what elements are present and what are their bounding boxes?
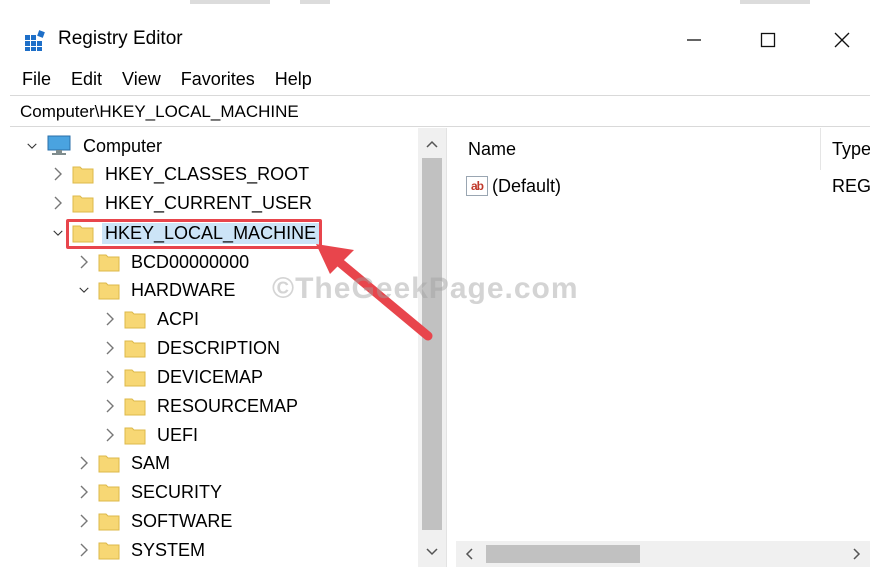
tree-label: HKEY_CLASSES_ROOT [105, 163, 310, 184]
minimize-button[interactable] [670, 20, 718, 60]
folder-icon [124, 395, 146, 417]
tree-item-hkey-current-user[interactable]: HKEY_CURRENT_USER [50, 189, 315, 217]
tree-item-security[interactable]: SECURITY [76, 478, 225, 506]
tree-label: SECURITY [131, 481, 223, 502]
folder-icon [98, 510, 120, 532]
background-window-fragment [740, 0, 810, 4]
tree-label: ACPI [157, 308, 200, 329]
chevron-right-icon[interactable] [102, 398, 118, 414]
folder-icon [72, 163, 94, 185]
tree-item-software[interactable]: SOFTWARE [76, 507, 235, 535]
computer-icon [47, 135, 71, 155]
title-bar: Registry Editor [10, 14, 870, 64]
window-title: Registry Editor [58, 28, 183, 49]
menu-help[interactable]: Help [275, 69, 312, 90]
values-horizontal-scrollbar[interactable] [456, 541, 870, 567]
chevron-right-icon[interactable] [102, 340, 118, 356]
folder-icon [72, 192, 94, 214]
maximize-icon [760, 32, 776, 48]
chevron-down-icon[interactable] [24, 138, 40, 154]
chevron-right-icon[interactable] [76, 455, 92, 471]
value-row-default[interactable]: ab (Default) [466, 172, 561, 200]
chevron-right-icon[interactable] [102, 369, 118, 385]
scroll-right-arrow-icon[interactable] [844, 541, 870, 567]
scroll-up-arrow-icon[interactable] [418, 132, 446, 156]
tree-label: DEVICEMAP [157, 366, 264, 387]
folder-icon [98, 539, 120, 561]
folder-icon [124, 337, 146, 359]
string-value-icon: ab [466, 176, 488, 196]
folder-icon [98, 481, 120, 503]
menu-edit[interactable]: Edit [71, 69, 102, 90]
values-list-pane[interactable]: Name Type ab (Default) REG_ [456, 128, 870, 567]
menu-file[interactable]: File [22, 69, 51, 90]
chevron-right-icon[interactable] [76, 513, 92, 529]
chevron-right-icon[interactable] [102, 311, 118, 327]
chevron-right-icon[interactable] [50, 166, 66, 182]
tree-item-uefi[interactable]: UEFI [102, 421, 201, 449]
address-bar[interactable]: Computer\HKEY_LOCAL_MACHINE [10, 95, 870, 127]
tree-item-computer[interactable]: Computer [24, 132, 165, 160]
scroll-down-arrow-icon[interactable] [418, 540, 446, 564]
tree-label: UEFI [157, 424, 199, 445]
folder-icon [98, 452, 120, 474]
chevron-right-icon[interactable] [102, 427, 118, 443]
pane-splitter[interactable] [446, 128, 456, 567]
column-header-type[interactable]: Type [832, 128, 870, 170]
tree-label: BCD00000000 [131, 251, 250, 272]
folder-icon [124, 366, 146, 388]
close-icon [834, 32, 850, 48]
scrollbar-thumb[interactable] [486, 545, 640, 563]
background-window-fragment [300, 0, 330, 4]
value-name: (Default) [492, 175, 562, 196]
close-button[interactable] [818, 20, 866, 60]
tree-label: HARDWARE [131, 279, 236, 300]
chevron-right-icon[interactable] [76, 484, 92, 500]
menu-favorites[interactable]: Favorites [181, 69, 255, 90]
tree-label: HKEY_CURRENT_USER [105, 192, 313, 213]
tree-item-hkey-classes-root[interactable]: HKEY_CLASSES_ROOT [50, 160, 312, 188]
tree-item-bcd00000000[interactable]: BCD00000000 [76, 248, 252, 276]
annotation-highlight-box [66, 219, 322, 249]
registry-editor-icon [25, 30, 45, 51]
background-window-fragment [190, 0, 270, 4]
tree-label: RESOURCEMAP [157, 395, 299, 416]
tree-label: SAM [131, 452, 171, 473]
column-separator[interactable] [820, 128, 821, 170]
tree-label: SYSTEM [131, 539, 206, 560]
tree-item-system[interactable]: SYSTEM [76, 536, 208, 564]
tree-item-acpi[interactable]: ACPI [102, 305, 202, 333]
value-type: REG_ [832, 175, 870, 196]
column-header-name[interactable]: Name [468, 128, 516, 170]
menu-bar: File Edit View Favorites Help [10, 64, 870, 94]
chevron-right-icon[interactable] [76, 254, 92, 270]
chevron-right-icon[interactable] [50, 195, 66, 211]
folder-icon [124, 308, 146, 330]
tree-item-devicemap[interactable]: DEVICEMAP [102, 363, 266, 391]
tree-label: SOFTWARE [131, 510, 233, 531]
watermark-text: ©TheGeekPage.com [272, 272, 579, 305]
folder-icon [98, 251, 120, 273]
menu-view[interactable]: View [122, 69, 161, 90]
tree-label: Computer [83, 135, 163, 156]
maximize-button[interactable] [744, 20, 792, 60]
chevron-right-icon[interactable] [76, 542, 92, 558]
chevron-down-icon[interactable] [76, 282, 92, 298]
tree-item-sam[interactable]: SAM [76, 449, 173, 477]
scroll-left-arrow-icon[interactable] [456, 541, 482, 567]
tree-item-hardware[interactable]: HARDWARE [76, 276, 238, 304]
folder-icon [98, 279, 120, 301]
minimize-icon [687, 39, 701, 41]
folder-icon [124, 424, 146, 446]
tree-item-resourcemap[interactable]: RESOURCEMAP [102, 392, 301, 420]
address-path[interactable]: Computer\HKEY_LOCAL_MACHINE [20, 102, 299, 122]
tree-label: DESCRIPTION [157, 337, 281, 358]
top-edge-strip [0, 0, 870, 12]
chevron-down-icon[interactable] [50, 225, 66, 241]
tree-item-description[interactable]: DESCRIPTION [102, 334, 283, 362]
